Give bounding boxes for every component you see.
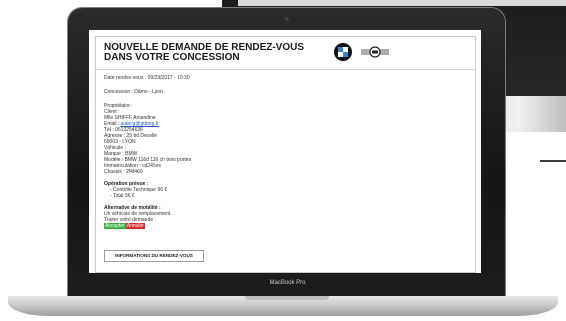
document-title-line2: DANS VOTRE CONCESSION xyxy=(104,52,240,63)
laptop-base-notch xyxy=(245,296,329,300)
mini-logo-icon xyxy=(361,46,389,58)
request-actions: Accepter Annuler xyxy=(104,223,444,229)
refuse-button[interactable]: Annuler xyxy=(125,223,145,229)
laptop-screen: NOUVELLE DEMANDE DE RENDEZ-VOUS DANS VOT… xyxy=(89,30,481,273)
document-header: NOUVELLE DEMANDE DE RENDEZ-VOUS DANS VOT… xyxy=(96,37,475,70)
document-title: NOUVELLE DEMANDE DE RENDEZ-VOUS DANS VOT… xyxy=(104,43,304,63)
camera-icon xyxy=(285,17,289,21)
email-document: NOUVELLE DEMANDE DE RENDEZ-VOUS DANS VOT… xyxy=(95,36,476,273)
background-monitor-edge xyxy=(540,160,566,162)
accept-button[interactable]: Accepter xyxy=(104,223,126,229)
appointment-info-button[interactable]: INFORMATIONS DU RENDEZ-VOUS xyxy=(104,250,204,262)
document-body: Date rendez-vous : 09/29/2017 - 10:30 Co… xyxy=(104,75,444,229)
bmw-logo-icon xyxy=(334,43,352,61)
device-label: MacBook Pro xyxy=(269,280,306,286)
background-monitor-screen xyxy=(238,0,566,6)
